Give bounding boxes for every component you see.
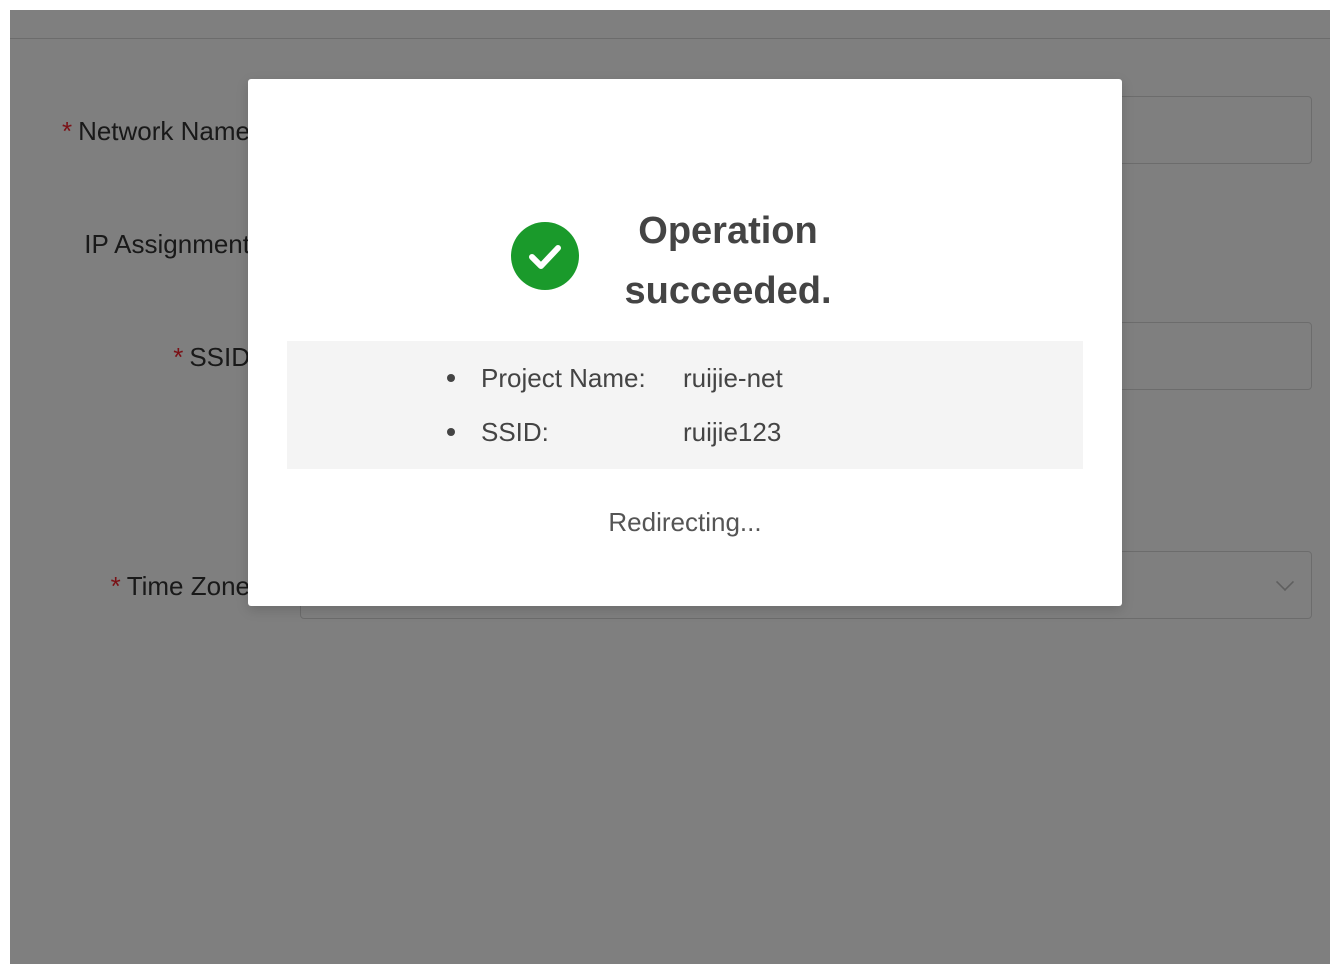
bullet-icon (447, 374, 455, 382)
info-box: Project Name: ruijie-net SSID: ruijie123 (287, 341, 1083, 469)
info-key: Project Name: (481, 363, 646, 393)
info-value: ruijie123 (683, 417, 782, 447)
page-frame: *Network Name IP Assignment *SSID *Time … (10, 10, 1330, 964)
bullet-icon (447, 428, 455, 436)
info-value: ruijie-net (683, 363, 783, 393)
check-circle-icon (511, 222, 579, 290)
info-key: SSID: (481, 417, 549, 447)
success-modal: Operation succeeded. Project Name: ruiji… (248, 79, 1122, 606)
modal-title: Operation succeeded. (624, 210, 832, 312)
redirect-status: Redirecting... (608, 507, 762, 537)
